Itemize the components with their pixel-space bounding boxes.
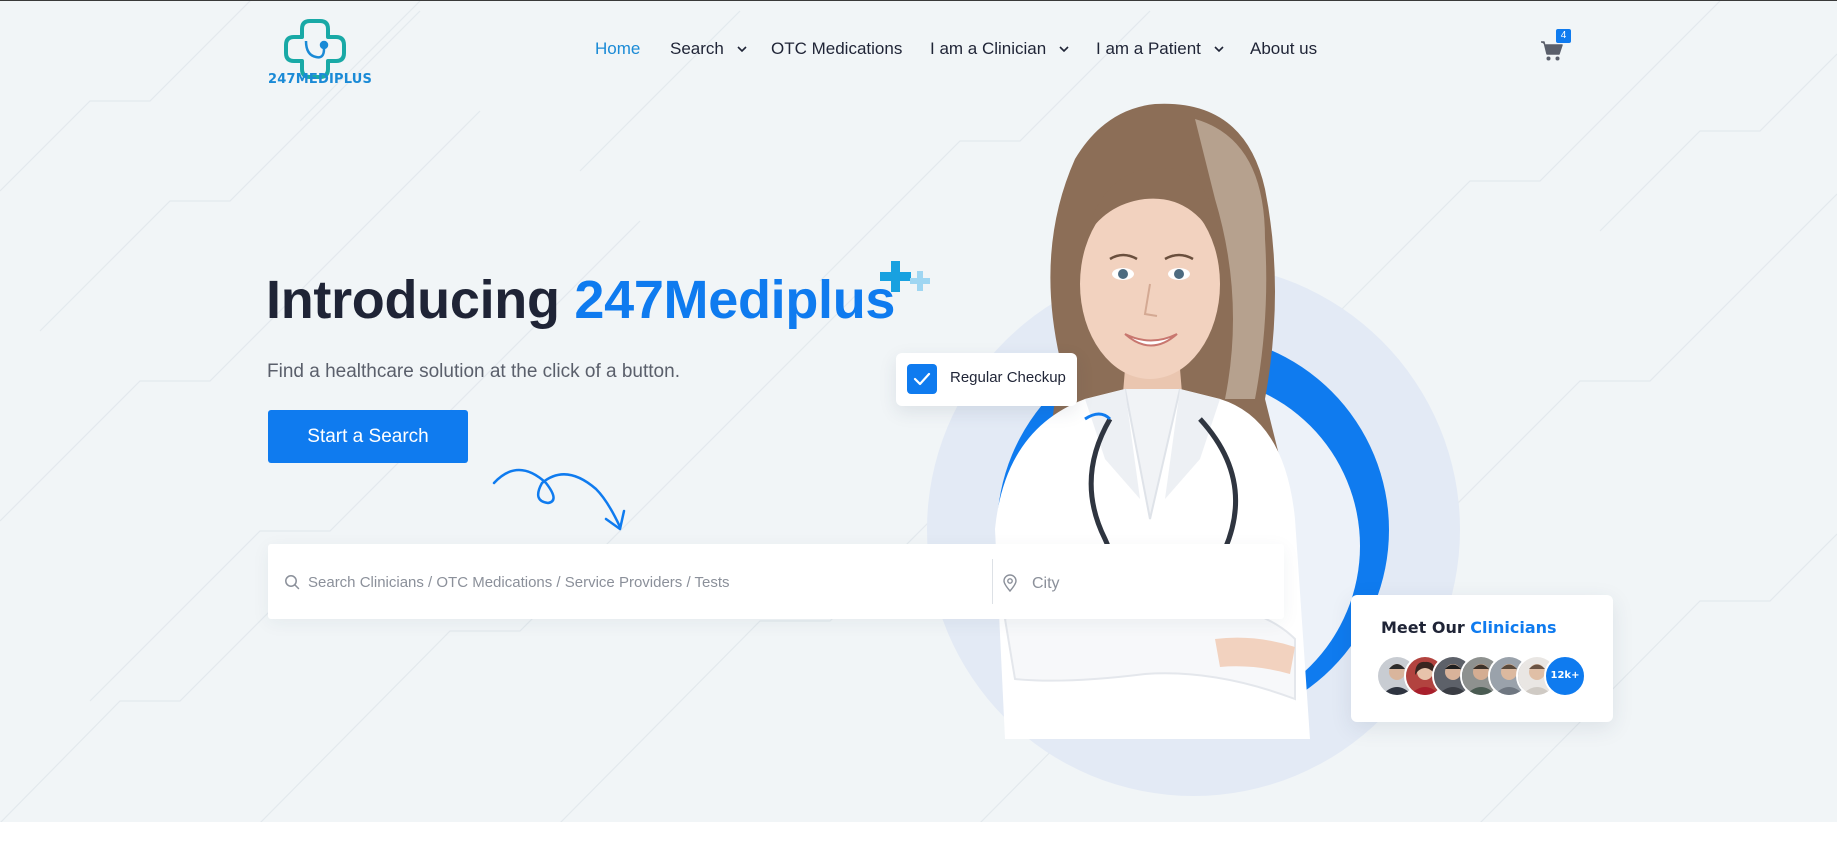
check-icon	[907, 364, 937, 394]
curly-arrow-icon	[492, 468, 626, 531]
regular-checkup-card: Regular Checkup	[896, 353, 1077, 406]
hero-title-prefix: Introducing	[266, 270, 575, 330]
hero-title-brand: 247Mediplus	[574, 270, 896, 330]
plus-decoration-icon	[880, 261, 930, 292]
nav-clinician[interactable]: I am a Clinician	[930, 39, 1069, 59]
map-pin-icon	[1003, 574, 1017, 592]
nav-search-label: Search	[670, 39, 724, 58]
clinicians-count-badge: 12k+	[1544, 655, 1586, 697]
chevron-down-icon	[1059, 46, 1069, 53]
logo-text[interactable]: 247MEDIPLUS	[268, 72, 372, 87]
doctor-image	[995, 103, 1310, 739]
chevron-down-icon	[1214, 46, 1224, 53]
search-icon	[285, 575, 300, 590]
nav-otc-medications[interactable]: OTC Medications	[771, 39, 902, 59]
nav-home[interactable]: Home	[595, 39, 640, 59]
hero-section: 247MEDIPLUS Home Search OTC Medications …	[0, 0, 1837, 822]
nav-about-us[interactable]: About us	[1250, 39, 1317, 59]
search-bar	[268, 544, 1284, 619]
chevron-down-icon	[737, 46, 747, 53]
search-divider	[992, 559, 993, 604]
nav-search[interactable]: Search	[670, 39, 747, 59]
nav-patient[interactable]: I am a Patient	[1096, 39, 1224, 59]
hero-subtitle: Find a healthcare solution at the click …	[267, 361, 680, 382]
nav-patient-label: I am a Patient	[1096, 39, 1201, 58]
meet-clinicians-card[interactable]: Meet Our Clinicians 12k+	[1351, 595, 1613, 722]
checkup-label: Regular Checkup	[950, 369, 1066, 386]
hero-title: Introducing 247Mediplus	[266, 269, 895, 331]
cart-icon[interactable]	[1540, 40, 1564, 62]
start-search-button[interactable]: Start a Search	[268, 410, 468, 463]
clinicians-card-title: Meet Our Clinicians	[1381, 618, 1557, 637]
city-input[interactable]	[1030, 566, 1274, 602]
nav-clinician-label: I am a Clinician	[930, 39, 1047, 58]
clinicians-title-accent: Clinicians	[1470, 618, 1557, 637]
nav-about-label: About us	[1250, 39, 1318, 58]
clinicians-title-prefix: Meet Our	[1381, 618, 1471, 637]
nav-home-label: Home	[595, 39, 641, 58]
nav-otc-label: OTC Medications	[771, 39, 903, 58]
clinician-avatars: 12k+	[1376, 655, 1606, 697]
cart-count-badge: 4	[1556, 29, 1571, 43]
